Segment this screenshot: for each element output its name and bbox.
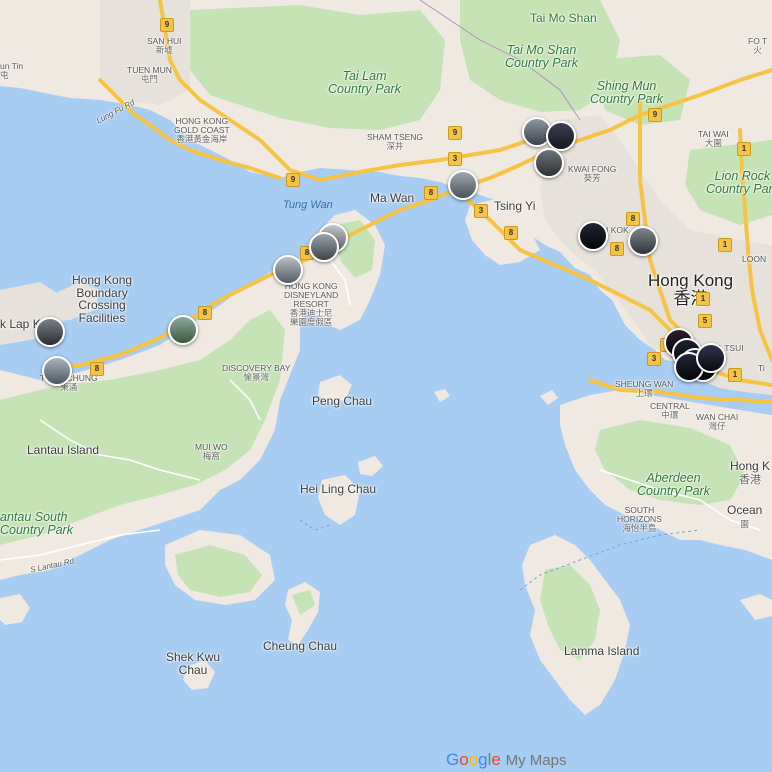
label-hong-kong-island: Hong K 香港 xyxy=(730,459,771,486)
route-shield: 8 xyxy=(626,212,640,226)
photo-marker[interactable] xyxy=(578,221,608,251)
label-south-horizons: SOUTH HORIZONS 海怡半島 xyxy=(617,505,662,533)
route-shield: 3 xyxy=(647,352,661,366)
label-kowloon: LOON xyxy=(742,254,767,264)
label-shing-mun-park: Shing Mun Country Park xyxy=(590,79,663,107)
route-shield: 3 xyxy=(474,204,488,218)
label-sham-tseng: SHAM TSENG 深井 xyxy=(367,132,424,151)
label-disneyland: HONG KONG DISNEYLAND RESORT 香港迪士尼 樂園度假區 xyxy=(284,281,339,327)
label-kwai-fong: KWAI FONG 葵芳 xyxy=(568,164,617,183)
route-shield: 1 xyxy=(696,292,710,306)
label-tuen-mun: TUEN MUN 屯門 xyxy=(127,65,172,84)
label-lantau-island: Lantau Island xyxy=(27,443,100,457)
label-san-hui: SAN HUI 新墟 xyxy=(147,36,182,55)
label-tai-lam-park: Tai Lam Country Park xyxy=(328,69,401,97)
route-shield: 1 xyxy=(728,368,742,382)
route-shield: 8 xyxy=(198,306,212,320)
route-shield: 9 xyxy=(648,108,662,122)
label-ma-wan: Ma Wan xyxy=(370,191,415,205)
label-central: CENTRAL 中環 xyxy=(650,401,690,420)
label-cheung-chau: Cheung Chau xyxy=(263,639,338,653)
photo-marker[interactable] xyxy=(696,343,726,373)
photo-marker[interactable] xyxy=(273,255,303,285)
route-shield: 8 xyxy=(504,226,518,240)
photo-marker[interactable] xyxy=(628,226,658,256)
label-yuen-long: un Tin 屯 xyxy=(0,61,24,80)
route-shield: 5 xyxy=(698,314,712,328)
route-shield: 3 xyxy=(448,152,462,166)
route-shield: 9 xyxy=(286,173,300,187)
route-shield: 1 xyxy=(718,238,732,252)
label-gold-coast: HONG KONG GOLD COAST 香港黃金海岸 xyxy=(174,116,230,144)
photo-marker[interactable] xyxy=(42,356,72,386)
photo-marker[interactable] xyxy=(534,148,564,178)
photo-marker[interactable] xyxy=(168,315,198,345)
label-aberdeen-park: Aberdeen Country Park xyxy=(637,471,710,499)
label-lion-rock: Lion Rock Country Park xyxy=(706,169,772,197)
label-tai-mo-shan: Tai Mo Shan xyxy=(530,11,597,25)
route-shield: 9 xyxy=(160,18,174,32)
photo-marker[interactable] xyxy=(309,232,339,262)
photo-marker[interactable] xyxy=(448,170,478,200)
label-lantau-south-park: antau South Country Park xyxy=(0,510,73,538)
label-lamma-island: Lamma Island xyxy=(564,644,640,658)
label-tai-mo-shan-park: Tai Mo Shan Country Park xyxy=(505,43,578,71)
photo-marker[interactable] xyxy=(35,317,65,347)
label-tsing-yi: Tsing Yi xyxy=(494,199,536,213)
label-wan-chai: WAN CHAI 灣仔 xyxy=(696,412,739,431)
google-my-maps-logo: Google My Maps xyxy=(446,750,567,769)
map-canvas[interactable]: SAN HUI 新墟 TUEN MUN 屯門 Lung Fu Rd HONG KON… xyxy=(0,0,772,772)
route-shield: 9 xyxy=(448,126,462,140)
label-tai-wai: TAI WAI 大圍 xyxy=(698,129,729,148)
label-discovery-bay: DISCOVERY BAY 愉景灣 xyxy=(222,363,291,382)
label-boundary: Hong Kong Boundary Crossing Facilities xyxy=(72,273,133,325)
label-ti: Ti xyxy=(758,363,765,373)
label-hong-kong: Hong Kong 香港 xyxy=(648,271,734,308)
label-ocean-park: Ocean 園 xyxy=(727,503,763,529)
my-maps-text: My Maps xyxy=(505,752,567,769)
label-mong-kok: I KOK xyxy=(606,225,629,235)
label-peng-chau: Peng Chau xyxy=(312,394,373,408)
route-shield: 1 xyxy=(737,142,751,156)
photo-marker[interactable] xyxy=(546,121,576,151)
route-shield: 8 xyxy=(610,242,624,256)
label-sheung-wan: SHEUNG WAN 上環 xyxy=(615,379,674,398)
label-shek-kwu-chau: Shek Kwu Chau xyxy=(166,650,221,677)
label-fo-tan: FO T火 xyxy=(748,36,768,55)
route-shield: 8 xyxy=(90,362,104,376)
label-mui-wo: MUI WO 梅窩 xyxy=(195,442,228,461)
label-tung-wan: Tung Wan xyxy=(283,199,333,211)
route-shield: 8 xyxy=(424,186,438,200)
label-hei-ling-chau: Hei Ling Chau xyxy=(300,482,377,496)
